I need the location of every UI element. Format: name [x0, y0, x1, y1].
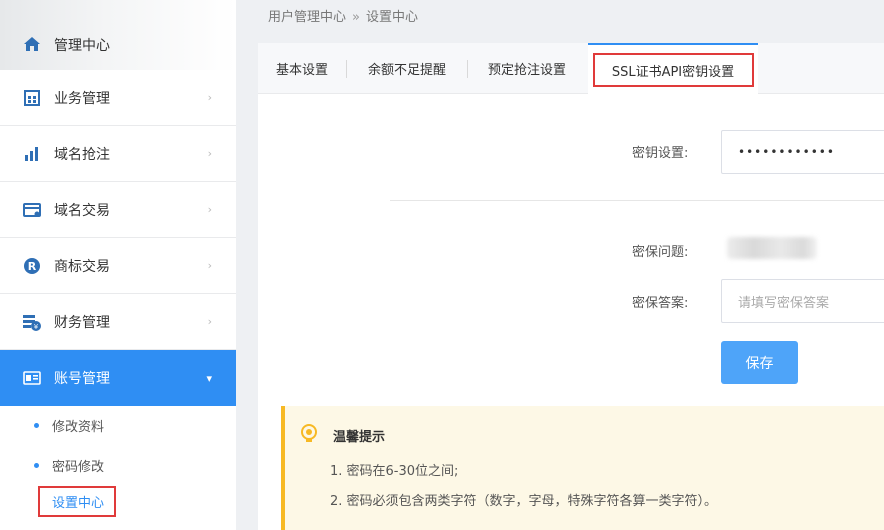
breadcrumb-current: 设置中心 [365, 10, 418, 25]
answer-label: 密保答案: [632, 296, 689, 311]
divider [390, 200, 884, 201]
sub-item-label: 修改资料 [52, 419, 105, 435]
tab-preorder[interactable]: 预定抢注设置 [468, 43, 586, 94]
highlight-box [593, 53, 754, 87]
r-mark-icon: R [22, 256, 42, 276]
grid-icon [22, 88, 42, 108]
breadcrumb-root[interactable]: 用户管理中心 [268, 10, 346, 25]
caret-down-icon: ▾ [206, 371, 212, 385]
svg-text:R: R [28, 260, 37, 273]
sidebar-item-domain-trade[interactable]: 域名交易 › [0, 182, 236, 238]
sub-item-change-password[interactable]: 密码修改 [0, 446, 236, 484]
sidebar-header-label: 管理中心 [54, 38, 110, 54]
bullet-dot [34, 422, 39, 428]
sub-item-settings-center[interactable]: 设置中心 [52, 492, 104, 511]
tab-low-balance[interactable]: 余额不足提醒 [347, 43, 467, 94]
sub-item-label: 密码修改 [52, 459, 105, 475]
breadcrumb: 用户管理中心 » 设置中心 [268, 6, 418, 25]
sidebar-item-label: 账号管理 [54, 371, 110, 387]
chevron-right-icon: › [207, 259, 212, 272]
home-icon [22, 34, 42, 54]
key-value: •••••••••••• [738, 145, 835, 159]
tab-bar: 基本设置 余额不足提醒 预定抢注设置 SSL证书API密钥设置 [258, 43, 884, 95]
sidebar: 管理中心 业务管理 › 域名抢注 › 域名交易 › R 商标交易 › ¥ 财务管… [0, 0, 236, 530]
chevron-right-icon: › [207, 91, 212, 104]
breadcrumb-separator: » [352, 10, 360, 25]
tab-label: 预定抢注设置 [487, 63, 566, 78]
sidebar-header[interactable]: 管理中心 [0, 0, 236, 70]
question-value-blurred[interactable] [727, 237, 817, 259]
id-card-icon [22, 368, 42, 388]
sidebar-item-finance[interactable]: ¥ 财务管理 › [0, 294, 236, 350]
save-button[interactable]: 保存 [721, 341, 798, 384]
tip-title: 温馨提示 [333, 430, 386, 445]
sidebar-item-domain-snatch[interactable]: 域名抢注 › [0, 126, 236, 182]
bullet-dot [34, 462, 39, 468]
lightbulb-icon [300, 424, 318, 448]
key-label: 密钥设置: [632, 146, 689, 161]
sidebar-item-label: 业务管理 [54, 90, 110, 107]
tab-label: 基本设置 [275, 63, 328, 78]
chevron-right-icon: › [207, 147, 212, 160]
chevron-right-icon: › [207, 315, 212, 328]
tab-label: 余额不足提醒 [367, 63, 446, 78]
finance-icon: ¥ [22, 312, 42, 332]
question-label: 密保问题: [632, 245, 689, 260]
sidebar-item-label: 域名抢注 [54, 146, 110, 163]
sub-item-edit-profile[interactable]: 修改资料 [0, 406, 236, 444]
tip-line-1: 1. 密码在6-30位之间; [330, 464, 459, 479]
sidebar-item-account[interactable]: 账号管理 ▾ [0, 350, 236, 406]
sidebar-item-trademark[interactable]: R 商标交易 › [0, 238, 236, 294]
tab-basic-settings[interactable]: 基本设置 [258, 43, 346, 94]
sidebar-item-label: 财务管理 [54, 314, 110, 331]
bar-chart-icon [22, 144, 42, 164]
answer-placeholder: 请填写密保答案 [738, 295, 830, 311]
chevron-right-icon: › [207, 203, 212, 216]
answer-input[interactable]: 请填写密保答案 [721, 279, 884, 323]
key-input[interactable]: •••••••••••• [721, 130, 884, 174]
card-icon [22, 200, 42, 220]
sidebar-item-label: 域名交易 [54, 202, 110, 219]
svg-text:¥: ¥ [34, 323, 39, 331]
sidebar-item-label: 商标交易 [54, 258, 110, 275]
tip-line-2: 2. 密码必须包含两类字符（数字，字母，特殊字符各算一类字符）。 [330, 494, 718, 509]
sidebar-item-business[interactable]: 业务管理 › [0, 70, 236, 126]
